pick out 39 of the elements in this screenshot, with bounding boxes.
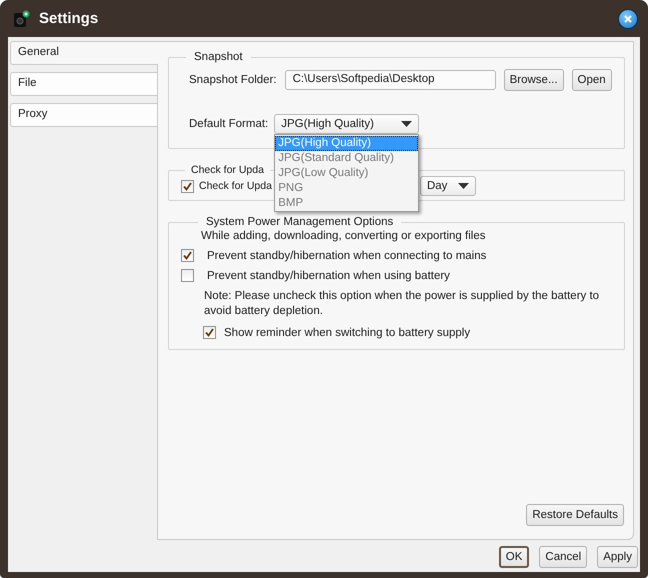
browse-button[interactable]: Browse... [504, 69, 564, 91]
checkbox-label: Prevent standby/hibernation when using battery [207, 270, 450, 282]
camera-icon [14, 10, 30, 27]
open-button[interactable]: Open [572, 69, 612, 91]
sidebar-tab[interactable]: File [10, 72, 157, 96]
dropdown-option[interactable]: PNG [275, 181, 418, 196]
sidebar-tab[interactable]: General [10, 41, 158, 65]
window-title: Settings [39, 10, 100, 27]
dialog-button[interactable]: Apply [597, 546, 638, 568]
checkbox-label: Prevent standby/hibernation when connecting to mains [207, 250, 486, 262]
dropdown-value: JPG(High Quality) [281, 118, 374, 130]
dropdown-arrow-icon [401, 121, 412, 127]
checkbox[interactable] [181, 249, 194, 262]
checkbox[interactable] [203, 326, 216, 339]
format-dropdown[interactable]: JPG(High Quality) [274, 114, 420, 134]
dialog-button[interactable]: OK [498, 546, 530, 568]
dropdown-option[interactable]: BMP [275, 196, 418, 211]
dropdown-arrow-icon [458, 183, 469, 189]
checkbox[interactable] [181, 180, 194, 192]
close-icon [623, 14, 633, 24]
dropdown-value: Day [426, 180, 448, 192]
note-text: Note: Please uncheck this option when the power is supplied by the battery to avoid battery depletion. [204, 289, 600, 319]
dropdown-option[interactable]: JPG(Standard Quality) [275, 151, 418, 166]
field-label: Default Format: [189, 118, 268, 130]
field-label: Snapshot Folder: [189, 74, 277, 86]
folder-field[interactable]: C:\Users\Softpedia\Desktop [284, 70, 496, 90]
dropdown-option[interactable]: JPG(Low Quality) [275, 166, 418, 181]
group-title: System Power Management Options [205, 216, 394, 228]
description-text: While adding, downloading, converting or exporting files [201, 230, 486, 242]
dialog-button[interactable]: Cancel [539, 546, 588, 568]
checkbox-label: Check for Upda [199, 180, 272, 192]
restore-defaults-button[interactable]: Restore Defaults [526, 504, 624, 526]
close-button[interactable] [618, 8, 638, 28]
checkbox[interactable] [181, 269, 194, 282]
checkbox-label: Show reminder when switching to battery supply [224, 326, 470, 338]
group-title: Check for Upda [190, 164, 265, 176]
group-title: Snapshot [193, 51, 244, 63]
frequency-dropdown[interactable]: Day [420, 176, 476, 196]
sidebar-tab[interactable]: Proxy [10, 103, 157, 127]
